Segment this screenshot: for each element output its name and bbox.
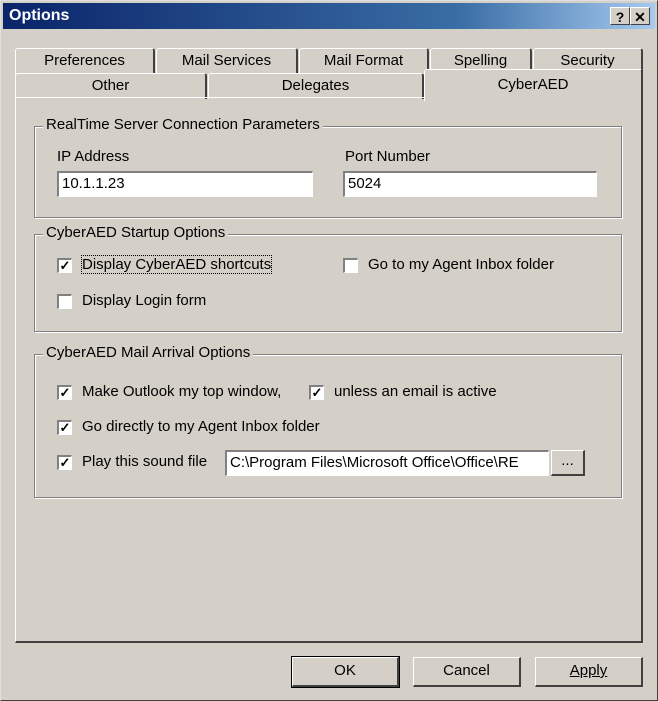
unless-active-checkbox[interactable]: ✓ bbox=[309, 385, 324, 400]
port-number-label: Port Number bbox=[345, 148, 431, 165]
mail-arrival-group: CyberAED Mail Arrival Options ✓ Make Out… bbox=[34, 344, 622, 498]
startup-options-group: CyberAED Startup Options ✓ Display Cyber… bbox=[34, 224, 622, 332]
apply-button[interactable]: Apply bbox=[535, 657, 643, 687]
ok-button[interactable]: OK bbox=[291, 656, 400, 688]
close-button[interactable]: ✕ bbox=[630, 7, 650, 25]
play-sound-label[interactable]: Play this sound file bbox=[82, 453, 207, 470]
port-number-input[interactable]: 5024 bbox=[343, 171, 597, 197]
ip-address-input[interactable]: 10.1.1.23 bbox=[57, 171, 313, 197]
display-shortcuts-checkbox[interactable]: ✓ bbox=[57, 258, 72, 273]
arrival-group-legend: CyberAED Mail Arrival Options bbox=[43, 344, 254, 361]
go-to-inbox-checkbox[interactable] bbox=[343, 258, 358, 273]
top-window-label[interactable]: Make Outlook my top window, bbox=[82, 383, 281, 400]
top-window-checkbox[interactable]: ✓ bbox=[57, 385, 72, 400]
title-bar[interactable]: Options ? ✕ bbox=[3, 3, 655, 29]
options-dialog: Options ? ✕ Preferences Mail Services Ma… bbox=[0, 0, 658, 701]
go-to-inbox-label[interactable]: Go to my Agent Inbox folder bbox=[368, 256, 554, 273]
tab-other[interactable]: Other bbox=[15, 73, 207, 99]
go-directly-label[interactable]: Go directly to my Agent Inbox folder bbox=[82, 418, 320, 435]
window-title: Options bbox=[9, 7, 70, 24]
display-shortcuts-label[interactable]: Display CyberAED shortcuts bbox=[80, 255, 273, 274]
connection-group-legend: RealTime Server Connection Parameters bbox=[43, 116, 323, 133]
ip-address-label: IP Address bbox=[57, 148, 130, 165]
tab-mail-services[interactable]: Mail Services bbox=[156, 48, 298, 74]
startup-group-legend: CyberAED Startup Options bbox=[43, 224, 229, 241]
connection-group: RealTime Server Connection Parameters IP… bbox=[34, 116, 622, 218]
sound-file-input[interactable]: C:\Program Files\Microsoft Office\Office… bbox=[225, 450, 549, 476]
tab-delegates[interactable]: Delegates bbox=[208, 73, 424, 99]
tab-mail-format[interactable]: Mail Format bbox=[299, 48, 429, 74]
play-sound-checkbox[interactable]: ✓ bbox=[57, 455, 72, 470]
help-button[interactable]: ? bbox=[610, 7, 630, 25]
tab-preferences[interactable]: Preferences bbox=[15, 48, 155, 74]
unless-active-label[interactable]: unless an email is active bbox=[334, 383, 497, 400]
display-login-label[interactable]: Display Login form bbox=[82, 292, 206, 309]
go-directly-checkbox[interactable]: ✓ bbox=[57, 420, 72, 435]
display-login-checkbox[interactable] bbox=[57, 294, 72, 309]
browse-sound-button[interactable]: ... bbox=[551, 450, 585, 476]
tab-cyberaed[interactable]: CyberAED bbox=[424, 69, 643, 101]
cyberaed-tab-panel: RealTime Server Connection Parameters IP… bbox=[15, 97, 643, 643]
cancel-button[interactable]: Cancel bbox=[413, 657, 521, 687]
